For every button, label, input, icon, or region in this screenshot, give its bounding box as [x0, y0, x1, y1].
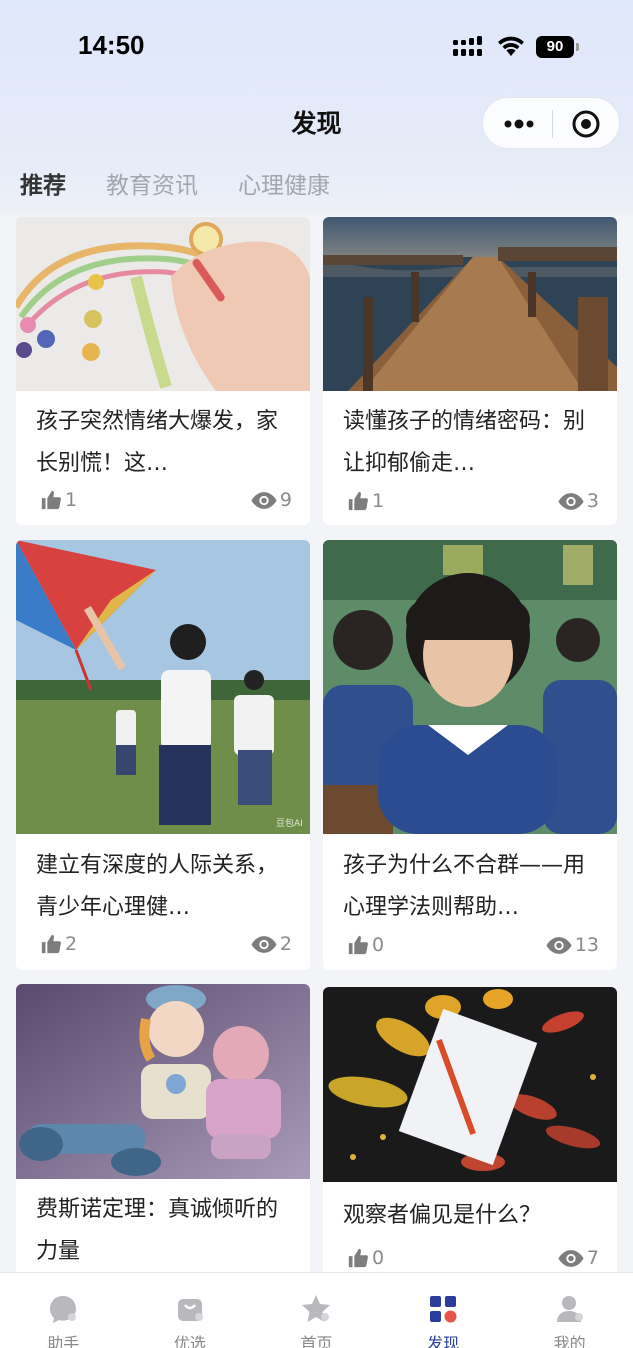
like-value: 0: [372, 934, 385, 956]
miniprogram-capsule: [482, 97, 620, 149]
nav-item-profile[interactable]: 我的: [506, 1273, 633, 1348]
like-count[interactable]: 1: [40, 489, 77, 511]
home-star-icon: [302, 1295, 331, 1322]
view-value: 13: [574, 934, 599, 956]
nav-label: 助手: [47, 1334, 80, 1348]
profile-icon: [556, 1296, 583, 1322]
thumbs-up-icon: [347, 490, 369, 512]
article-stats: 1 3: [323, 490, 617, 520]
tab-mental-health[interactable]: 心理健康: [238, 166, 330, 202]
view-count: 2: [251, 933, 292, 955]
status-time: 14:50: [78, 30, 145, 60]
kite-students-photo: 豆包AI: [16, 540, 310, 834]
like-count[interactable]: 2: [40, 933, 77, 955]
view-count: 7: [558, 1247, 599, 1269]
battery-indicator: 90: [536, 36, 580, 58]
eye-icon: [546, 936, 572, 955]
article-title: 费斯诺定理：真诚倾听的力量: [36, 1197, 279, 1264]
article-title: 观察者偏见是什么？: [343, 1203, 542, 1228]
article-title: 孩子为什么不合群——用心理学法则帮助…: [343, 853, 586, 920]
status-bar: 14:50 90: [0, 0, 633, 95]
wifi-icon: [498, 36, 524, 56]
bottom-nav: 助手 优选 首页 发现 我的: [0, 1272, 633, 1348]
like-value: 1: [65, 489, 78, 511]
like-count[interactable]: 0: [347, 934, 384, 956]
like-value: 2: [65, 933, 78, 955]
article-card[interactable]: 豆包AI 建立有深度的人际关系，青少年心理健… 2 2: [16, 540, 310, 970]
eye-icon: [558, 1249, 584, 1268]
battery-level: 90: [536, 36, 574, 58]
notepad-leaves-photo: [323, 987, 617, 1182]
bag-icon: [177, 1299, 203, 1321]
eye-icon: [558, 492, 584, 511]
eye-icon: [251, 491, 277, 510]
nav-label: 首页: [300, 1334, 333, 1348]
classroom-child-photo: [323, 540, 617, 834]
like-value: 1: [372, 490, 385, 512]
thumbs-up-icon: [40, 933, 62, 955]
view-value: 7: [586, 1247, 599, 1269]
dolls-photo: [16, 984, 310, 1179]
close-target-icon[interactable]: [571, 109, 601, 139]
article-stats: 2 2: [16, 933, 310, 963]
nav-label: 我的: [553, 1334, 586, 1348]
thumbs-up-icon: [347, 1247, 369, 1269]
watermark-text: 豆包AI: [276, 817, 303, 829]
article-card[interactable]: 读懂孩子的情绪密码：别让抑郁偷走… 1 3: [323, 217, 617, 525]
thumbs-up-icon: [347, 934, 369, 956]
category-tabs: 推荐 教育资讯 心理健康: [20, 166, 370, 202]
like-count[interactable]: 0: [347, 1247, 384, 1269]
article-title: 读懂孩子的情绪密码：别让抑郁偷走…: [343, 409, 586, 476]
assistant-icon: [50, 1296, 77, 1323]
tab-recommend[interactable]: 推荐: [20, 166, 66, 202]
article-title: 建立有深度的人际关系，青少年心理健…: [36, 853, 279, 920]
like-count[interactable]: 1: [347, 490, 384, 512]
battery-tip: [576, 43, 579, 51]
view-value: 3: [586, 490, 599, 512]
article-card[interactable]: 观察者偏见是什么？ 0 7: [323, 987, 617, 1287]
tab-education-news[interactable]: 教育资讯: [106, 166, 198, 202]
like-value: 0: [372, 1247, 385, 1269]
nav-item-assistant[interactable]: 助手: [0, 1273, 127, 1348]
article-stats: 0 13: [323, 934, 617, 964]
view-value: 2: [279, 933, 292, 955]
pier-sunset-photo: [323, 217, 617, 391]
nav-item-home[interactable]: 首页: [253, 1273, 380, 1348]
article-stats: 1 9: [16, 489, 310, 519]
nav-label: 发现: [427, 1334, 460, 1348]
nav-label: 优选: [173, 1334, 206, 1348]
nav-item-discover[interactable]: 发现: [380, 1273, 507, 1348]
view-value: 9: [279, 489, 292, 511]
view-count: 9: [251, 489, 292, 511]
article-card[interactable]: 孩子为什么不合群——用心理学法则帮助… 0 13: [323, 540, 617, 970]
eye-icon: [251, 935, 277, 954]
article-card[interactable]: 费斯诺定理：真诚倾听的力量: [16, 984, 310, 1304]
thumbs-up-icon: [40, 489, 62, 511]
capsule-divider: [552, 110, 553, 138]
paper-quilling-photo: [16, 217, 310, 391]
view-count: 3: [558, 490, 599, 512]
article-card[interactable]: 孩子突然情绪大爆发，家长别慌！这… 1 9: [16, 217, 310, 525]
more-dots-icon[interactable]: [501, 110, 537, 138]
cellular-signal-icon: [453, 36, 482, 56]
view-count: 13: [546, 934, 599, 956]
nav-item-select[interactable]: 优选: [127, 1273, 254, 1348]
article-title: 孩子突然情绪大爆发，家长别慌！这…: [36, 409, 279, 476]
discover-grid-icon: [430, 1296, 457, 1323]
